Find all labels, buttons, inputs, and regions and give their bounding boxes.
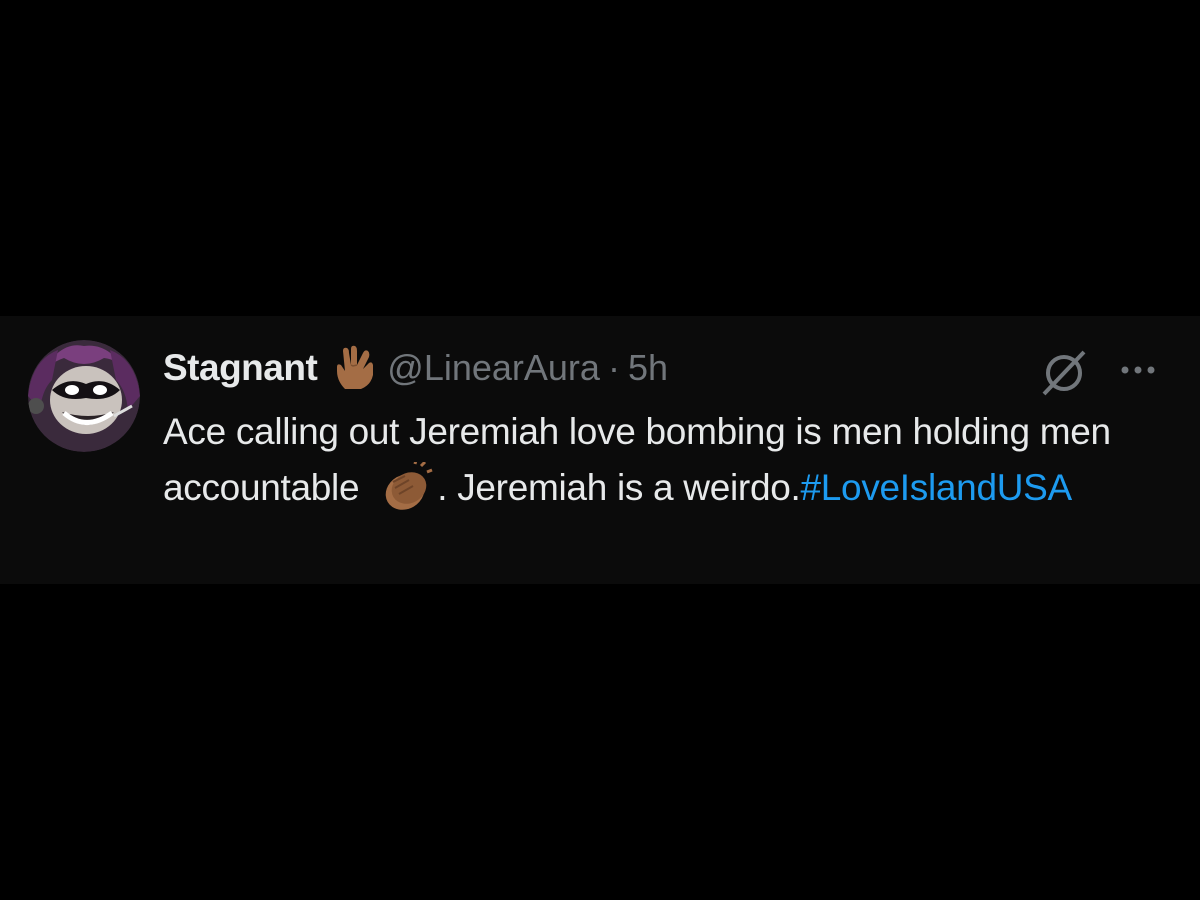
display-name[interactable]: Stagnant bbox=[163, 347, 318, 389]
user-handle[interactable]: @LinearAura bbox=[387, 347, 600, 389]
avatar[interactable] bbox=[28, 340, 140, 452]
tweet-text: Ace calling out Jeremiah love bombing is… bbox=[163, 404, 1143, 516]
avatar-image bbox=[28, 340, 140, 452]
tweet-card[interactable]: Stagnant @LinearAura · 5h Ace calling ou… bbox=[0, 316, 1200, 584]
grok-icon[interactable] bbox=[1038, 346, 1090, 398]
tweet-text-part2: . Jeremiah is a weirdo. bbox=[437, 467, 801, 508]
hashtag-link[interactable]: #LoveIslandUSA bbox=[800, 467, 1072, 508]
tweet-header: Stagnant @LinearAura · 5h bbox=[163, 344, 668, 392]
timestamp[interactable]: 5h bbox=[628, 347, 668, 389]
separator-dot: · bbox=[607, 347, 620, 388]
more-options-icon[interactable] bbox=[1114, 352, 1164, 388]
clapping-hands-emoji-icon bbox=[375, 459, 433, 512]
vulcan-salute-emoji-icon bbox=[331, 345, 377, 391]
